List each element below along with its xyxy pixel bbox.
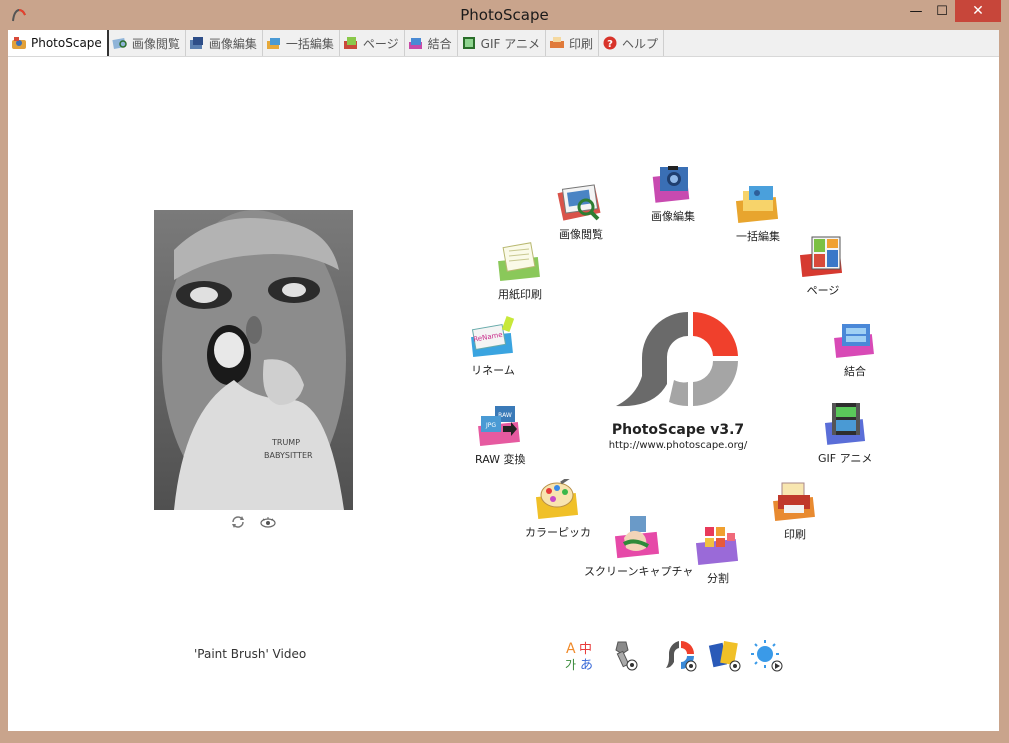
menu-label: 一括編集 [736,230,780,243]
menu-gif[interactable]: GIF アニメ [818,401,872,466]
photoscape-center-logo[interactable] [614,306,740,412]
photo-collage-icon[interactable] [708,638,742,672]
inflatable-balloon-photo[interactable]: TRUMP BABYSITTER [154,210,353,510]
tab-print[interactable]: 印刷 [546,30,599,56]
svg-text:?: ? [607,39,613,50]
editor-icon [652,166,690,203]
tab-combine[interactable]: 結合 [405,30,458,56]
menu-screen-capture[interactable]: スクリーンキャプチャ [584,514,693,579]
menu-label: 分割 [707,572,729,585]
help-tab-icon: ? [603,36,617,50]
tab-gif[interactable]: GIF アニメ [458,30,546,56]
screen-capture-icon [614,516,659,559]
tab-label: PhotoScape [31,36,102,50]
batch-icon [735,186,779,224]
svg-text:TRUMP: TRUMP [271,438,300,447]
tab-label: 一括編集 [285,36,334,51]
eye-icon[interactable] [260,515,276,529]
minimize-button[interactable]: — [903,0,929,22]
page-tab-icon [343,37,357,49]
svg-text:中: 中 [579,642,592,657]
close-button[interactable]: ✕ [955,0,1001,22]
menu-color-picker[interactable]: カラーピッカ [525,479,591,540]
tab-label: 画像閲覧 [131,36,180,51]
svg-text:A: A [566,641,576,657]
tools-icon[interactable] [608,638,642,672]
tab-help[interactable]: ? ヘルプ [599,30,664,56]
main-area: PhotoScape 画像閲覧 画像編集 一括編集 ページ 結合 GIF アニメ… [8,30,999,731]
svg-text:BABYSITTER: BABYSITTER [264,451,313,460]
video-caption[interactable]: 'Paint Brush' Video [194,647,306,661]
menu-label: 用紙印刷 [498,288,542,301]
print-tab-icon [549,37,564,48]
menu-raw-convert[interactable]: RAW JPG RAW 変換 [475,404,526,467]
tab-page[interactable]: ページ [340,30,405,56]
photo-controls [230,515,276,529]
menu-editor[interactable]: 画像編集 [648,163,698,224]
splitter-icon [695,527,739,566]
combine-tab-icon [408,38,422,49]
menu-combine[interactable]: 結合 [832,320,878,379]
window-title: PhotoScape [460,6,549,24]
menu-label: ページ [806,284,840,297]
batch-tab-icon [266,38,280,49]
gif-animation-icon [825,403,866,445]
menu-label: 結合 [844,365,866,378]
menu-label: スクリーンキャプチャ [584,565,694,578]
photoscape-tab-icon [12,37,26,49]
svg-text:JPG: JPG [485,422,496,429]
menu-label: 画像閲覧 [559,228,603,241]
tab-label: GIF アニメ [480,36,540,51]
tab-label: ヘルプ [621,36,658,51]
menu-label: リネーム [471,364,515,377]
photoscape-x-icon[interactable] [664,638,698,672]
tab-label: ページ [362,36,399,51]
page-icon [799,236,843,278]
color-picker-icon [535,479,579,520]
tab-batch[interactable]: 一括編集 [263,30,340,56]
menu-label: 印刷 [784,528,806,541]
menu-label: RAW 変換 [475,453,526,466]
menu-label: 画像編集 [651,210,695,223]
svg-text:あ: あ [580,658,593,672]
menu-batch[interactable]: 一括編集 [733,183,783,244]
viewer-icon [557,184,601,221]
print-icon [773,482,815,522]
raw-convert-icon: RAW JPG [478,406,521,447]
menu-rename[interactable]: ReName リネーム [468,315,518,378]
editor-tab-icon [189,37,203,49]
title-bar[interactable]: PhotoScape — ☐ ✕ [0,0,1009,30]
combine-icon [834,324,874,358]
brand-name: PhotoScape v3.7 [611,422,745,438]
svg-text:가: 가 [565,658,576,672]
tab-label: 印刷 [568,36,593,51]
menu-print[interactable]: 印刷 [770,481,820,542]
viewer-tab-icon [112,38,127,49]
tab-label: 結合 [427,36,452,51]
tab-bar: PhotoScape 画像閲覧 画像編集 一括編集 ページ 結合 GIF アニメ… [8,30,999,57]
tab-photoscape[interactable]: PhotoScape [8,30,109,56]
menu-page[interactable]: ページ [798,235,848,298]
menu-label: GIF アニメ [818,452,873,465]
brightness-icon[interactable] [750,638,784,672]
tab-label: 画像編集 [208,36,257,51]
maximize-button[interactable]: ☐ [929,0,955,22]
menu-paper-print[interactable]: 用紙印刷 [495,241,545,302]
paper-print-icon [498,242,540,282]
menu-viewer[interactable]: 画像閲覧 [556,181,606,242]
rename-icon: ReName [471,316,515,358]
tab-viewer[interactable]: 画像閲覧 [109,30,186,56]
refresh-icon[interactable] [230,515,246,529]
tab-editor[interactable]: 画像編集 [186,30,263,56]
menu-splitter[interactable]: 分割 [693,525,743,586]
gif-tab-icon [462,37,475,49]
brand-url[interactable]: http://www.photoscape.org/ [578,440,778,451]
menu-label: カラーピッカ [525,526,591,539]
app-window: PhotoScape — ☐ ✕ PhotoScape 画像閲覧 画像編集 一括… [0,0,1009,743]
font-language-icon[interactable]: A 中 가 あ [564,638,598,672]
